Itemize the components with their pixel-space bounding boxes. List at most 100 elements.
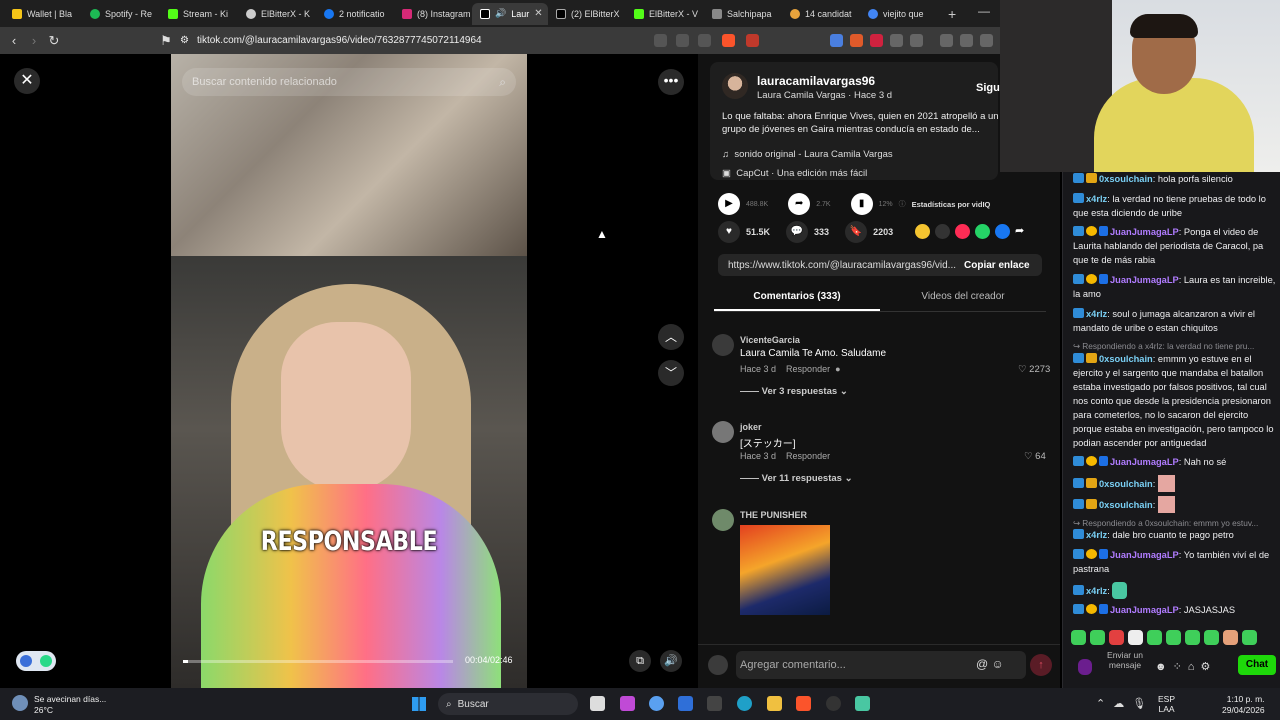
- browser-tab[interactable]: 2 notificatio: [316, 3, 394, 25]
- terminal-icon[interactable]: [707, 696, 722, 711]
- chat-user[interactable]: JuanJumagaLP: [1110, 457, 1179, 467]
- chat-user[interactable]: JuanJumagaLP: [1110, 550, 1179, 560]
- emote-icon[interactable]: [1090, 630, 1105, 645]
- microphone-icon[interactable]: [1078, 659, 1092, 675]
- view-replies-button[interactable]: —— Ver 11 respuestas ⌄: [740, 473, 853, 484]
- obs-icon[interactable]: [826, 696, 841, 711]
- chat-user[interactable]: x4rlz: [1086, 586, 1107, 596]
- extension-icon[interactable]: [940, 34, 953, 47]
- copilot-icon[interactable]: [649, 696, 664, 711]
- heart-icon[interactable]: ♥: [718, 221, 740, 243]
- bookmark-icon[interactable]: ⚑: [156, 33, 176, 49]
- extension-icon[interactable]: [850, 34, 863, 47]
- emote-icon[interactable]: [1185, 630, 1200, 645]
- vidiq-stats-label[interactable]: Estadísticas por vidIQ: [912, 200, 991, 209]
- previous-video-icon[interactable]: ︿: [658, 324, 684, 350]
- avatar[interactable]: [722, 73, 748, 99]
- reload-icon[interactable]: ↻: [44, 33, 64, 49]
- emote-icon[interactable]: [1128, 630, 1143, 645]
- clock[interactable]: 1:10 p. m. 29/04/2026: [1222, 694, 1265, 716]
- sidebar-icon[interactable]: [960, 34, 973, 47]
- no-track-icon[interactable]: [654, 34, 667, 47]
- taskbar-search[interactable]: ⌕ Buscar: [438, 693, 578, 715]
- related-search-input[interactable]: Buscar contenido relacionado ⌕: [182, 68, 516, 96]
- send-icon[interactable]: [955, 224, 970, 239]
- mention-icon[interactable]: @: [976, 657, 988, 671]
- comment-author[interactable]: VicenteGarcia: [740, 335, 800, 345]
- site-settings-icon[interactable]: ⚙: [180, 35, 189, 46]
- follow-button[interactable]: Sigui: [976, 82, 1003, 94]
- avatar[interactable]: [712, 509, 734, 531]
- browser-tab[interactable]: Stream - Ki: [160, 3, 238, 25]
- whatsapp-icon[interactable]: [975, 224, 990, 239]
- chat-user[interactable]: JuanJumagaLP: [1110, 227, 1179, 237]
- emote-icon[interactable]: [1204, 630, 1219, 645]
- comment-author[interactable]: THE PUNISHER: [740, 510, 807, 520]
- tab-creator-videos[interactable]: Videos del creador: [880, 288, 1046, 311]
- puzzle-icon[interactable]: [890, 34, 903, 47]
- browser-tab[interactable]: Spotify - Re: [82, 3, 160, 25]
- coin-icon[interactable]: [915, 224, 930, 239]
- emote-icon[interactable]: [1109, 630, 1124, 645]
- reply-button[interactable]: Responder: [786, 364, 830, 374]
- embed-icon[interactable]: [935, 224, 950, 239]
- emote-icon[interactable]: [1147, 630, 1162, 645]
- extension-icon[interactable]: [830, 34, 843, 47]
- comment-likes[interactable]: ♡ 2273: [1018, 364, 1050, 375]
- gear-icon[interactable]: ⚙: [1200, 661, 1216, 673]
- back-arrow-icon[interactable]: ‹: [4, 33, 24, 48]
- brave-icon[interactable]: [796, 696, 811, 711]
- input-language[interactable]: ESP LAA: [1158, 694, 1175, 714]
- chat-user[interactable]: x4rlz: [1086, 309, 1107, 319]
- pip-icon[interactable]: ⧉: [629, 650, 651, 672]
- emote-icon[interactable]: [1071, 630, 1086, 645]
- bookmark-icon[interactable]: 🔖: [845, 221, 868, 243]
- more-options-icon[interactable]: •••: [658, 69, 684, 95]
- url-field[interactable]: ⚙ tiktok.com/@lauracamilavargas96/video/…: [180, 31, 720, 50]
- chat-user[interactable]: x4rlz: [1086, 194, 1107, 204]
- reply-reference[interactable]: ↪ Respondiendo a x4rlz: la verdad no tie…: [1073, 341, 1277, 351]
- chat-user[interactable]: 0xsoulchain: [1099, 174, 1153, 184]
- vidiq-toggle[interactable]: [16, 651, 56, 671]
- chat-user[interactable]: JuanJumagaLP: [1110, 275, 1179, 285]
- snipping-tool-icon[interactable]: [620, 696, 635, 711]
- chat-user[interactable]: 0xsoulchain: [1099, 500, 1153, 510]
- video-progress-bar[interactable]: [183, 660, 453, 663]
- facebook-icon[interactable]: [995, 224, 1010, 239]
- weather-widget[interactable]: Se avecinan días... 26°C: [34, 694, 106, 716]
- next-video-icon[interactable]: ﹀: [658, 360, 684, 386]
- emoji-icon[interactable]: ☻: [1155, 661, 1173, 673]
- browser-tab[interactable]: Wallet | Bla: [4, 3, 82, 25]
- brave-shield-icon[interactable]: [722, 34, 735, 47]
- emote-icon[interactable]: [1223, 630, 1238, 645]
- chat-user[interactable]: 0xsoulchain: [1099, 479, 1153, 489]
- file-explorer-icon[interactable]: [767, 696, 782, 711]
- chat-user[interactable]: 0xsoulchain: [1099, 354, 1153, 364]
- minimize-window-button[interactable]: —: [978, 4, 990, 18]
- tab-comments[interactable]: Comentarios (333): [714, 288, 880, 311]
- extension-icon[interactable]: [870, 34, 883, 47]
- chevron-up-icon[interactable]: ⌃: [1096, 698, 1113, 710]
- emoji-icon[interactable]: ☺: [992, 657, 1004, 671]
- chat-user[interactable]: JuanJumagaLP: [1110, 605, 1179, 615]
- browser-tab[interactable]: ElBitterX - V: [626, 3, 704, 25]
- reply-button[interactable]: Responder: [786, 451, 830, 461]
- emote-icon[interactable]: [1242, 630, 1257, 645]
- avatar[interactable]: [712, 421, 734, 443]
- share-icon[interactable]: [698, 34, 711, 47]
- search-icon[interactable]: ⌕: [499, 75, 506, 90]
- brave-rewards-icon[interactable]: [746, 34, 759, 47]
- chat-input[interactable]: Enviar un mensaje: [1101, 650, 1149, 670]
- video-player[interactable]: RESPONSABLE Buscar contenido relacionado…: [171, 54, 527, 688]
- chat-send-button[interactable]: Chat: [1238, 655, 1276, 675]
- store-icon[interactable]: [678, 696, 693, 711]
- reply-reference[interactable]: ↪ Respondiendo a 0xsoulchain: emmm yo es…: [1073, 518, 1277, 528]
- close-tab-icon[interactable]: ✕: [534, 8, 542, 19]
- edge-icon[interactable]: [737, 696, 752, 711]
- capcut-row[interactable]: ▣ CapCut · Una edición más fácil: [722, 168, 867, 179]
- extension-icon[interactable]: [910, 34, 923, 47]
- chat-user[interactable]: x4rlz: [1086, 530, 1107, 540]
- avatar[interactable]: [712, 334, 734, 356]
- apps-icon[interactable]: ⁘: [1173, 661, 1188, 673]
- windows-start-icon[interactable]: [412, 697, 426, 711]
